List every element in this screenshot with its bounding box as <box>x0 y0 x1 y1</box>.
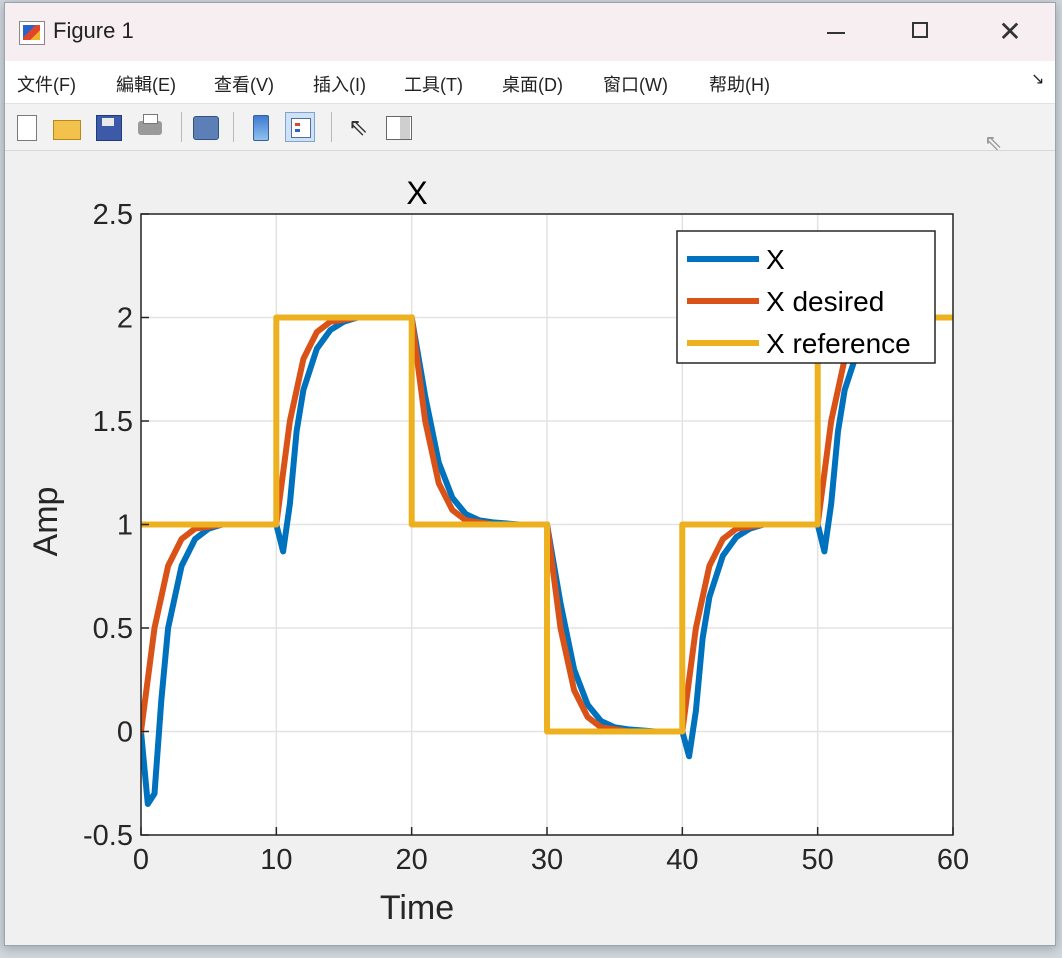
legend-entry-label: X <box>766 244 785 275</box>
print-icon[interactable] <box>135 112 165 142</box>
menu-overflow-icon[interactable]: ↘ <box>1031 69 1044 88</box>
open-folder-icon[interactable] <box>51 112 81 142</box>
window-title: Figure 1 <box>53 18 134 43</box>
chart-title: X <box>406 175 427 211</box>
save-disk-icon[interactable] <box>93 112 123 142</box>
menu-edit[interactable]: 編輯(E) <box>116 71 176 97</box>
edit-pointer-icon[interactable]: ⇖ <box>343 112 373 142</box>
figure-window: Figure 1 ✕ 文件(F) 編輯(E) 查看(V) 插入(I) 工具(T)… <box>4 2 1056 946</box>
x-tick-label: 50 <box>802 844 834 876</box>
menu-desktop[interactable]: 桌面(D) <box>502 71 563 97</box>
y-tick-label: -0.5 <box>83 820 133 852</box>
insert-legend-icon[interactable] <box>285 112 315 142</box>
x-tick-label: 40 <box>666 844 698 876</box>
link-plot-icon[interactable] <box>190 112 220 142</box>
menu-window[interactable]: 窗口(W) <box>603 71 668 97</box>
legend-entry-label: X reference <box>766 328 911 359</box>
title-bar[interactable]: Figure 1 ✕ <box>5 3 1055 61</box>
x-tick-label: 60 <box>937 844 969 876</box>
maximize-button[interactable] <box>900 11 944 53</box>
y-tick-label: 1.5 <box>93 406 133 438</box>
toolbar-separator <box>331 112 332 142</box>
plot-tools-icon[interactable] <box>383 112 413 142</box>
figure-canvas: 0 10 20 30 40 50 60 -0.5 0 0.5 1 1.5 2 2.5 X Time Amp X X … <box>5 151 1055 945</box>
toolbar-separator <box>233 112 234 142</box>
x-axis-label: Time <box>380 889 454 927</box>
figure-toolbar: ⇖ <box>5 104 1055 151</box>
matlab-figure-icon <box>19 21 45 45</box>
x-tick-label: 10 <box>260 844 292 876</box>
y-axis-label: Amp <box>27 487 65 557</box>
close-button[interactable]: ✕ <box>988 11 1032 53</box>
menu-view[interactable]: 查看(V) <box>214 71 274 97</box>
y-tick-label: 0 <box>117 717 133 749</box>
menu-tools[interactable]: 工具(T) <box>404 71 463 97</box>
insert-colorbar-icon[interactable] <box>245 112 275 142</box>
menu-bar: 文件(F) 編輯(E) 查看(V) 插入(I) 工具(T) 桌面(D) 窗口(W… <box>5 61 1055 104</box>
legend-entry-label: X desired <box>766 286 884 317</box>
y-tick-label: 2 <box>117 303 133 335</box>
menu-insert[interactable]: 插入(I) <box>313 71 366 97</box>
menu-file[interactable]: 文件(F) <box>17 71 76 97</box>
y-tick-label: 2.5 <box>93 199 133 231</box>
y-tick-label: 0.5 <box>93 613 133 645</box>
x-tick-label: 20 <box>396 844 428 876</box>
toolbar-separator <box>181 112 182 142</box>
menu-help[interactable]: 帮助(H) <box>709 71 770 97</box>
x-tick-label: 30 <box>531 844 563 876</box>
minimize-button[interactable] <box>815 11 859 53</box>
new-file-icon[interactable] <box>11 112 41 142</box>
chart-svg: 0 10 20 30 40 50 60-0.500.511.522.5XTimeAmpXX … <box>27 175 969 927</box>
y-tick-label: 1 <box>117 510 133 542</box>
x-tick-label: 0 <box>133 844 149 876</box>
